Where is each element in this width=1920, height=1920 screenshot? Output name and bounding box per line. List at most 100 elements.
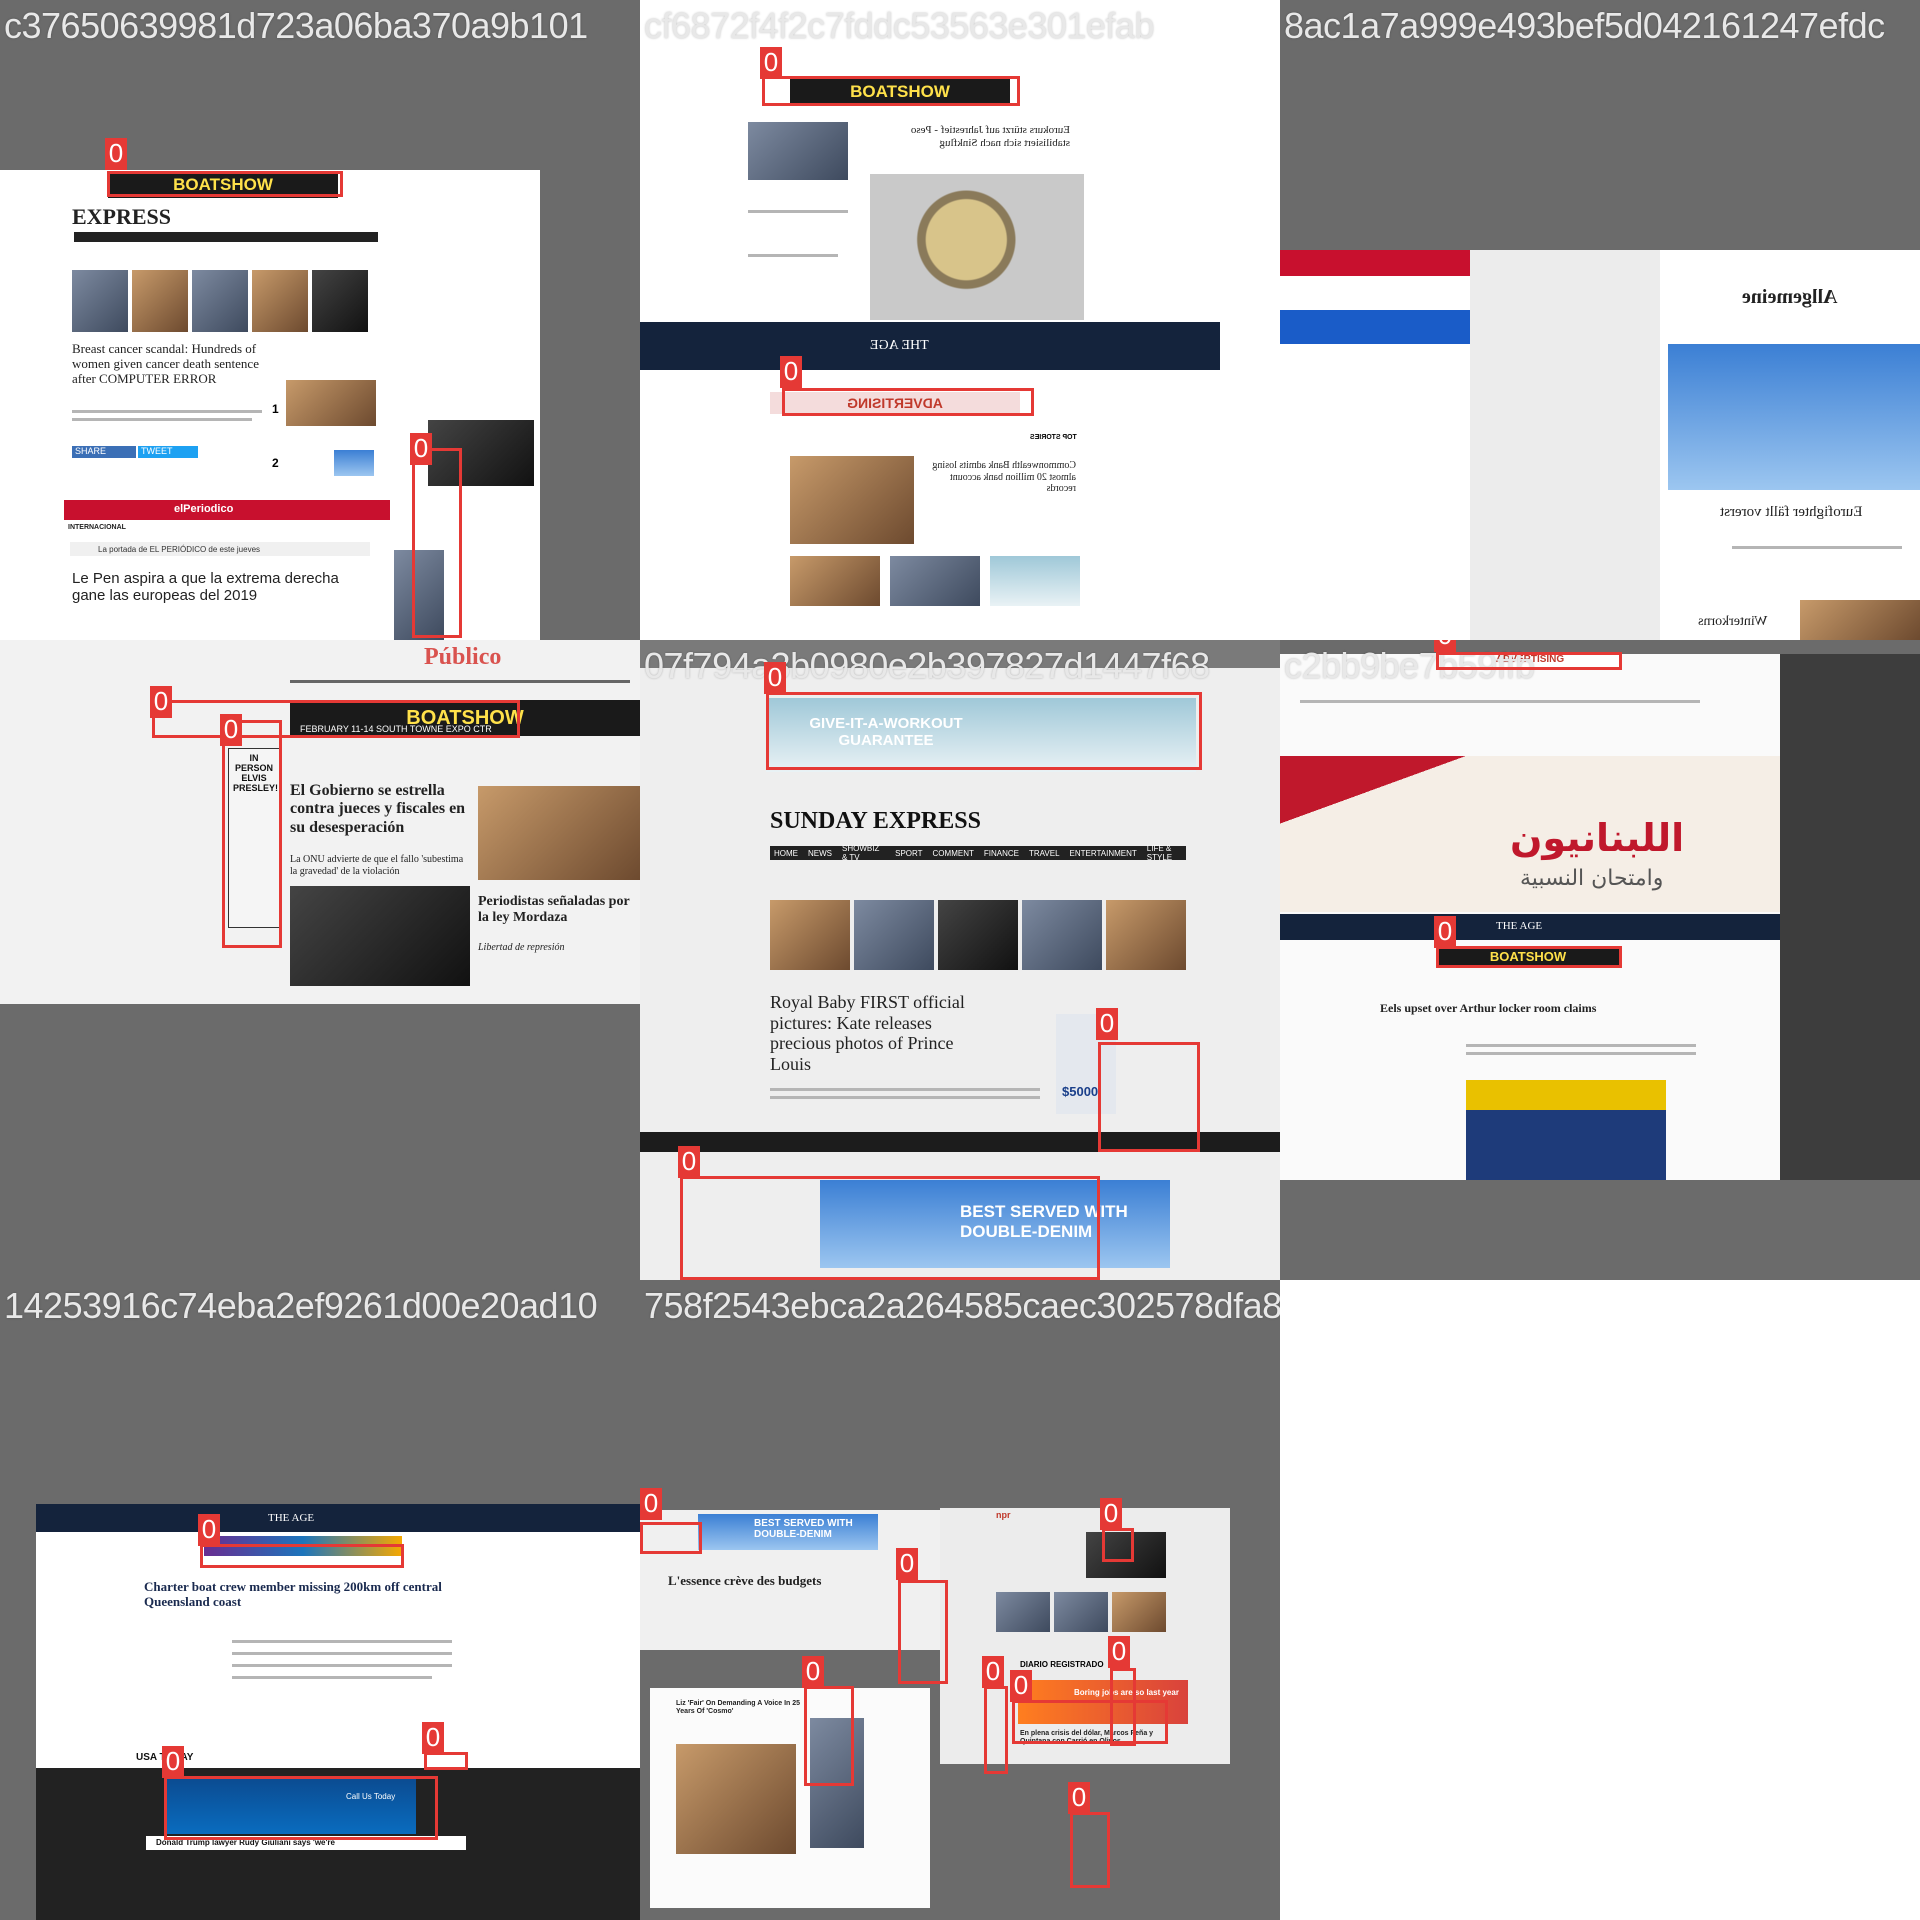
tile-4: Público BOATSHOW FEBRUARY 11-14 SOUTH TO… bbox=[0, 640, 640, 1280]
text-line bbox=[232, 1640, 452, 1643]
text-line bbox=[1732, 546, 1902, 549]
nav-item[interactable]: COMMENT bbox=[933, 849, 974, 858]
tweet-button[interactable]: TWEET bbox=[138, 446, 198, 458]
thumbnail bbox=[996, 1592, 1050, 1632]
detection-box bbox=[152, 700, 520, 738]
nav-line bbox=[1300, 700, 1700, 703]
rank-number: 1 bbox=[272, 402, 279, 416]
nav-item[interactable]: NEWS bbox=[808, 849, 832, 858]
detection-label: 0 bbox=[802, 1656, 824, 1688]
headline: Commonwealth Bank admits losing almost 2… bbox=[932, 460, 1076, 494]
thumbnail bbox=[938, 900, 1018, 970]
detection-label: 0 bbox=[982, 1656, 1004, 1688]
detection-box bbox=[984, 1686, 1008, 1774]
nav-item[interactable]: HOME bbox=[774, 849, 798, 858]
nav-item[interactable]: TRAVEL bbox=[1029, 849, 1060, 858]
masthead: THE AGE bbox=[268, 1512, 315, 1524]
masthead: Público bbox=[424, 644, 502, 670]
nav-item[interactable]: SHOWBIZ & TV bbox=[842, 844, 885, 862]
detection-box bbox=[1070, 1812, 1110, 1888]
thumbnail bbox=[890, 556, 980, 606]
hero-image bbox=[870, 174, 1084, 320]
section-label: INTERNACIONAL bbox=[68, 524, 126, 531]
image-grid: c37650639981d723a06ba370a9b101 BOATSHOW … bbox=[0, 0, 1920, 1920]
detection-label: 0 bbox=[1434, 916, 1456, 948]
detection-label: 0 bbox=[198, 1514, 220, 1546]
hero-image bbox=[290, 886, 470, 986]
detection-box bbox=[804, 1686, 854, 1786]
nav-bar: elPeriodico bbox=[64, 500, 390, 520]
detection-label: 0 bbox=[678, 1146, 700, 1178]
nav-bar: THE AGE bbox=[36, 1504, 640, 1532]
detection-label: 0 bbox=[105, 138, 127, 170]
detection-label: 0 bbox=[1108, 1636, 1130, 1668]
page-screenshot: Liz 'Fair' On Demanding A Voice In 25 Ye… bbox=[650, 1688, 930, 1908]
headline: Periodistas señaladas por la ley Mordaza bbox=[478, 894, 630, 926]
thumbnail bbox=[990, 556, 1080, 606]
hero-image: اللبنانيون وامتحان النسبية bbox=[1280, 756, 1780, 912]
masthead: Allgemeine bbox=[1742, 286, 1838, 308]
share-button[interactable]: SHARE bbox=[72, 446, 136, 458]
nav-item[interactable]: SPORT bbox=[895, 849, 922, 858]
hero-subtitle: وامتحان النسبية bbox=[1520, 866, 1664, 891]
detection-box bbox=[766, 692, 1202, 770]
detection-label: 0 bbox=[410, 433, 432, 465]
subhead: La portada de EL PERIÓDICO de este jueve… bbox=[70, 542, 370, 556]
section-label: DIARIO REGISTRADO bbox=[1020, 1660, 1104, 1669]
thumbnail bbox=[252, 270, 308, 332]
thumbnail bbox=[790, 456, 914, 544]
thumbnail bbox=[1800, 600, 1920, 640]
detection-box bbox=[1110, 1668, 1136, 1746]
detection-label: 0 bbox=[1100, 1498, 1122, 1530]
text-line bbox=[72, 418, 252, 421]
detection-label: 0 bbox=[760, 47, 782, 79]
masthead: SUNDAY EXPRESS bbox=[770, 808, 981, 834]
thumbnail bbox=[1106, 900, 1186, 970]
nav-line bbox=[290, 680, 630, 683]
thumbnail bbox=[770, 900, 850, 970]
tile-id: c37650639981d723a06ba370a9b101 bbox=[4, 5, 588, 46]
ad-price: $5000 bbox=[1062, 1084, 1099, 1099]
headline: El Gobierno se estrella contra jueces y … bbox=[290, 782, 466, 836]
masthead: elPeriodico bbox=[174, 503, 234, 515]
page-screenshot: Público BOATSHOW FEBRUARY 11-14 SOUTH TO… bbox=[0, 640, 640, 1004]
headline: Charter boat crew member missing 200km o… bbox=[144, 1579, 442, 1609]
tile-6: ADVERTISING اللبنانيون وامتحان النسبية T… bbox=[1280, 640, 1920, 1280]
headline: L'essence crève des budgets bbox=[668, 1573, 822, 1588]
thumbnail bbox=[132, 270, 188, 332]
masthead: THE AGE bbox=[1496, 920, 1543, 932]
subhead: Libertad de represión bbox=[478, 942, 565, 953]
tile-3: Allgemeine Eurofighter fällt vorerst Win… bbox=[1280, 0, 1920, 640]
tile-id: 758f2543ebca2a264585caec302578dfa8e686a2 bbox=[644, 1285, 1280, 1326]
detection-label: 0 bbox=[896, 1548, 918, 1580]
nav-bar: THE AGE bbox=[1280, 914, 1780, 940]
detection-label: 0 bbox=[220, 714, 242, 746]
thumbnail bbox=[1112, 1592, 1166, 1632]
masthead: THE AGE bbox=[870, 338, 929, 353]
detection-box bbox=[1102, 1528, 1134, 1562]
rank-number: 2 bbox=[272, 456, 279, 470]
hero-title: اللبنانيون bbox=[1510, 816, 1685, 860]
detection-box bbox=[222, 720, 282, 948]
page-screenshot: Allgemeine Eurofighter fällt vorerst Win… bbox=[1280, 250, 1920, 640]
detection-box bbox=[412, 448, 462, 638]
detection-box bbox=[1436, 652, 1622, 670]
nav-item[interactable]: LIFE & STYLE bbox=[1147, 844, 1186, 862]
detection-box bbox=[782, 388, 1034, 416]
tile-id: 07f794a3b0980e2b397827d1447f68 bbox=[644, 645, 1210, 686]
page-screenshot: ADVERTISING اللبنانيون وامتحان النسبية T… bbox=[1280, 654, 1920, 1180]
nav-item[interactable]: ENTERTAINMENT bbox=[1070, 849, 1137, 858]
detection-box bbox=[640, 1522, 702, 1554]
thumbnail bbox=[192, 270, 248, 332]
detection-label: 0 bbox=[640, 1488, 662, 1520]
detection-label: 0 bbox=[422, 1722, 444, 1754]
text-line bbox=[770, 1096, 1040, 1099]
text-line bbox=[1466, 1044, 1696, 1047]
footer-headline: Winterkorns bbox=[1698, 614, 1768, 629]
tile-8: BEST SERVED WITH DOUBLE-DENIM L'essence … bbox=[640, 1280, 1280, 1920]
detection-box bbox=[762, 76, 1020, 106]
nav-item[interactable]: FINANCE bbox=[984, 849, 1019, 858]
detection-label: 0 bbox=[780, 356, 802, 388]
text-line bbox=[748, 254, 838, 257]
detection-box bbox=[1098, 1042, 1200, 1152]
